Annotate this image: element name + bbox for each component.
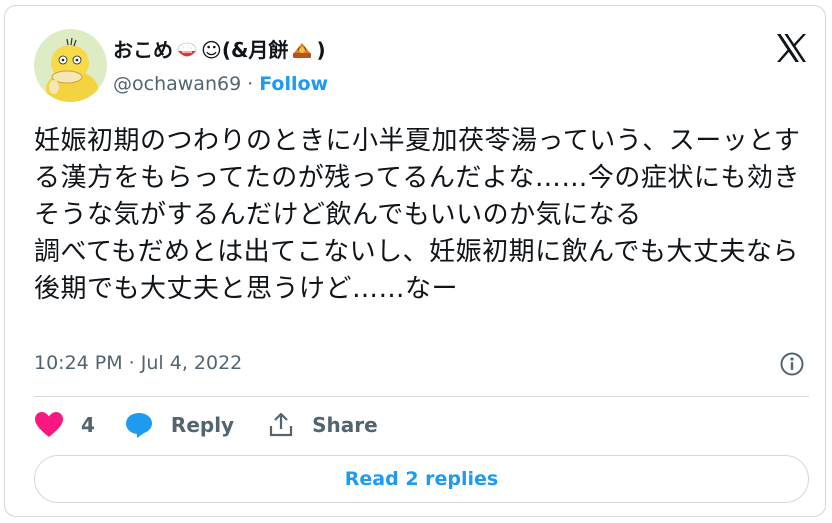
like-count: 4 bbox=[81, 413, 95, 437]
tweet-timestamp[interactable]: 10:24 PM · Jul 4, 2022 bbox=[34, 349, 242, 377]
read-replies-button[interactable]: Read 2 replies bbox=[34, 455, 809, 503]
action-bar: 4 Reply Share bbox=[34, 407, 378, 443]
divider bbox=[34, 396, 809, 397]
info-icon[interactable] bbox=[779, 351, 805, 377]
rice-bowl-emoji-icon bbox=[175, 38, 199, 62]
mooncake-emoji-icon bbox=[290, 38, 314, 62]
handle-row: @ochawan69 · Follow bbox=[113, 70, 328, 98]
reply-label: Reply bbox=[170, 413, 235, 437]
author-display-name[interactable]: おこめ ☺(&月餅 ) bbox=[113, 36, 326, 64]
display-name-suffix: ) bbox=[316, 38, 326, 62]
psyduck-avatar-image bbox=[34, 29, 107, 102]
separator-dot: · bbox=[247, 73, 254, 95]
x-logo-icon[interactable] bbox=[775, 33, 808, 63]
avatar[interactable] bbox=[34, 29, 107, 102]
reply-button[interactable]: Reply bbox=[125, 411, 268, 439]
like-button[interactable]: 4 bbox=[34, 411, 125, 439]
display-name-prefix: おこめ bbox=[113, 38, 173, 62]
follow-button[interactable]: Follow bbox=[259, 73, 328, 95]
display-name-middle: ☺(&月餅 bbox=[201, 38, 289, 62]
tweet-card: おこめ ☺(&月餅 ) @ochawan69 · Follow 妊娠初期のつわり… bbox=[4, 5, 826, 517]
share-icon bbox=[270, 412, 293, 437]
author-handle[interactable]: @ochawan69 bbox=[113, 73, 241, 95]
heart-icon bbox=[35, 412, 63, 437]
tweet-text: 妊娠初期のつわりのときに小半夏加茯苓湯っていう、スーッとする漢方をもらってたのが… bbox=[34, 126, 801, 304]
reply-bubble-icon bbox=[125, 413, 152, 438]
share-label: Share bbox=[312, 413, 378, 437]
share-button[interactable]: Share bbox=[268, 412, 378, 438]
